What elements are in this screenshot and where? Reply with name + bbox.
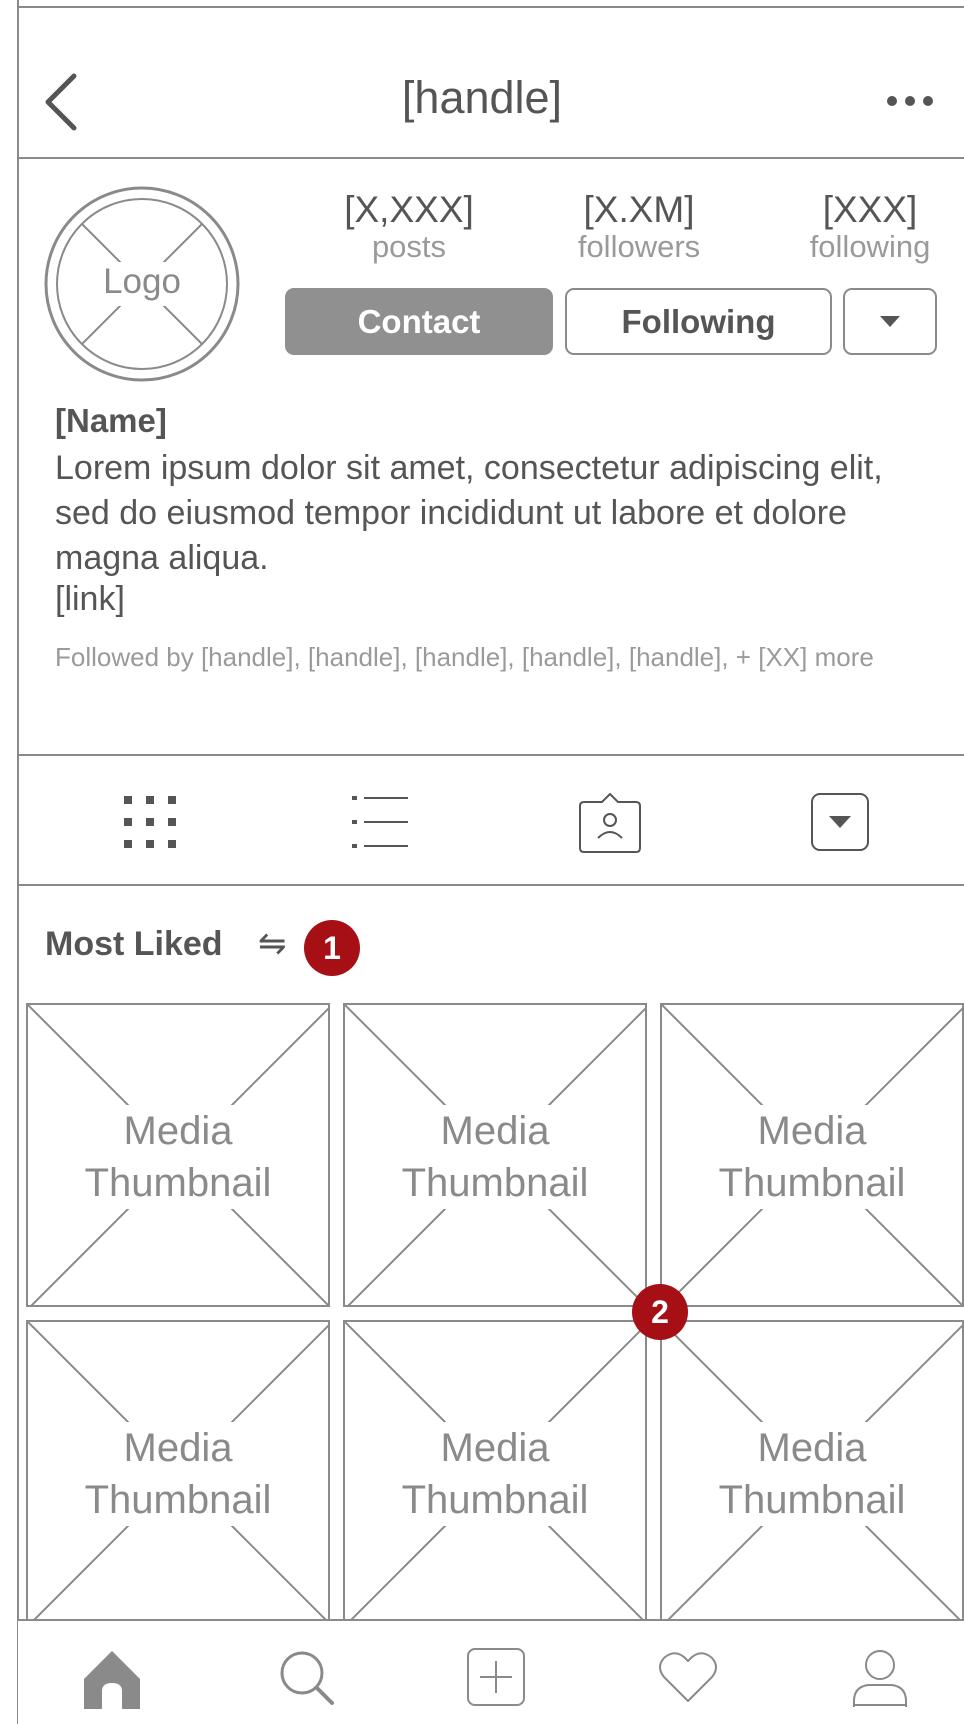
thumbnail-label-line1: Media bbox=[121, 1422, 235, 1474]
stat-followers-label: followers bbox=[577, 229, 701, 264]
stat-followers-value: [X.XM] bbox=[583, 189, 695, 230]
header-divider bbox=[18, 157, 964, 159]
stat-posts[interactable]: [X,XXX] posts bbox=[314, 190, 504, 264]
sort-icon[interactable]: ⇋ bbox=[258, 924, 287, 964]
more-horizontal-icon bbox=[887, 96, 897, 106]
media-thumbnail[interactable]: Media Thumbnail bbox=[26, 1003, 330, 1307]
stat-following[interactable]: [XXX] following bbox=[775, 190, 964, 264]
thumbnail-label-line2: Thumbnail bbox=[716, 1157, 908, 1209]
logo-label: Logo bbox=[103, 262, 181, 301]
profile-name: [Name] bbox=[55, 402, 167, 439]
dropdown-icon bbox=[811, 793, 869, 851]
bottom-navigation bbox=[18, 1619, 964, 1724]
stat-posts-label: posts bbox=[371, 229, 447, 264]
thumbnail-label-line1: Media bbox=[438, 1105, 552, 1157]
following-button[interactable]: Following bbox=[565, 288, 832, 355]
media-thumbnail[interactable]: Media Thumbnail bbox=[343, 1003, 647, 1307]
thumbnail-label-line1: Media bbox=[121, 1105, 235, 1157]
thumbnail-label-line2: Thumbnail bbox=[399, 1157, 591, 1209]
more-dot bbox=[905, 96, 915, 106]
add-icon bbox=[467, 1648, 525, 1706]
frame-top-border bbox=[18, 6, 964, 8]
profile-icon bbox=[853, 1650, 907, 1707]
tab-tagged[interactable] bbox=[578, 790, 642, 854]
contact-button[interactable]: Contact bbox=[285, 288, 553, 355]
more-options-button[interactable] bbox=[887, 96, 933, 106]
section-title: Most Liked bbox=[45, 925, 223, 963]
stat-posts-value: [X,XXX] bbox=[344, 189, 474, 230]
stat-followers[interactable]: [X.XM] followers bbox=[544, 190, 734, 264]
media-thumbnail[interactable]: Media Thumbnail bbox=[26, 1320, 330, 1624]
search-icon bbox=[280, 1651, 334, 1705]
thumbnail-label-line1: Media bbox=[755, 1422, 869, 1474]
profile-bio: Lorem ipsum dolor sit amet, consectetur … bbox=[55, 449, 883, 577]
stat-following-value: [XXX] bbox=[822, 189, 918, 230]
thumbnail-label-line1: Media bbox=[438, 1422, 552, 1474]
annotation-badge-2: 2 bbox=[632, 1284, 688, 1340]
thumbnail-label-line2: Thumbnail bbox=[82, 1474, 274, 1526]
nav-add[interactable] bbox=[464, 1645, 528, 1709]
thumbnail-label-line2: Thumbnail bbox=[399, 1474, 591, 1526]
avatar[interactable]: Logo bbox=[44, 186, 240, 382]
more-dot bbox=[923, 96, 933, 106]
nav-profile[interactable] bbox=[848, 1645, 912, 1709]
tab-grid[interactable] bbox=[118, 790, 182, 854]
chevron-down-icon bbox=[880, 316, 900, 327]
bio-divider bbox=[18, 754, 964, 756]
grid-icon bbox=[124, 796, 176, 848]
thumbnail-label-line1: Media bbox=[755, 1105, 869, 1157]
nav-activity[interactable] bbox=[656, 1645, 720, 1709]
annotation-badge-1: 1 bbox=[304, 920, 360, 976]
tab-dropdown[interactable] bbox=[808, 790, 872, 854]
thumbnail-label-line2: Thumbnail bbox=[716, 1474, 908, 1526]
tabs-divider bbox=[18, 884, 964, 886]
list-icon bbox=[352, 796, 408, 848]
media-thumbnail[interactable]: Media Thumbnail bbox=[660, 1003, 964, 1307]
tagged-icon bbox=[579, 792, 641, 853]
suggested-dropdown-button[interactable] bbox=[843, 288, 937, 355]
frame-left-border bbox=[17, 0, 19, 1724]
media-thumbnail[interactable]: Media Thumbnail bbox=[343, 1320, 647, 1624]
nav-search[interactable] bbox=[274, 1645, 338, 1709]
profile-screen: [handle] Logo [X,XXX] posts [X.XM] follo… bbox=[0, 0, 964, 1724]
stat-following-label: following bbox=[809, 229, 931, 264]
heart-icon bbox=[659, 1652, 717, 1702]
nav-home[interactable] bbox=[80, 1645, 144, 1709]
followed-by-text[interactable]: Followed by [handle], [handle], [handle]… bbox=[55, 633, 915, 681]
profile-link[interactable]: [link] bbox=[55, 580, 125, 619]
media-thumbnail[interactable]: Media Thumbnail bbox=[660, 1320, 964, 1624]
thumbnail-label-line2: Thumbnail bbox=[82, 1157, 274, 1209]
page-title: [handle] bbox=[401, 72, 563, 123]
home-icon bbox=[84, 1651, 140, 1709]
tab-list[interactable] bbox=[348, 790, 412, 854]
